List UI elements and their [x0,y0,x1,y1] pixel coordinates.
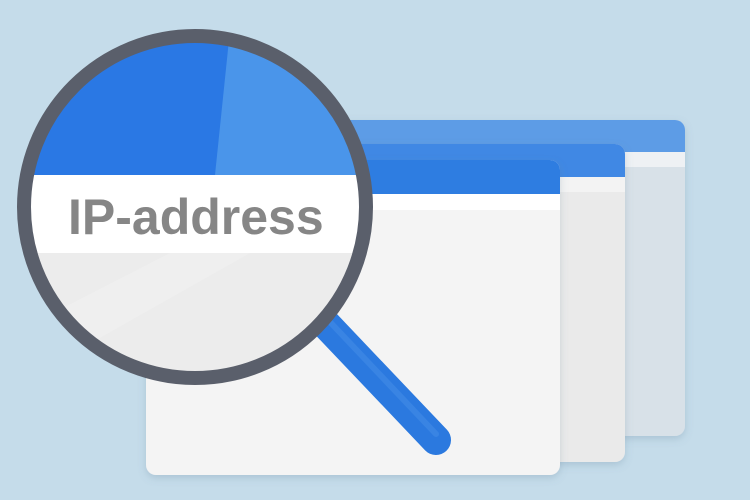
ip-address-illustration: IP-address [0,0,750,500]
ip-address-text: IP-address [68,189,324,245]
